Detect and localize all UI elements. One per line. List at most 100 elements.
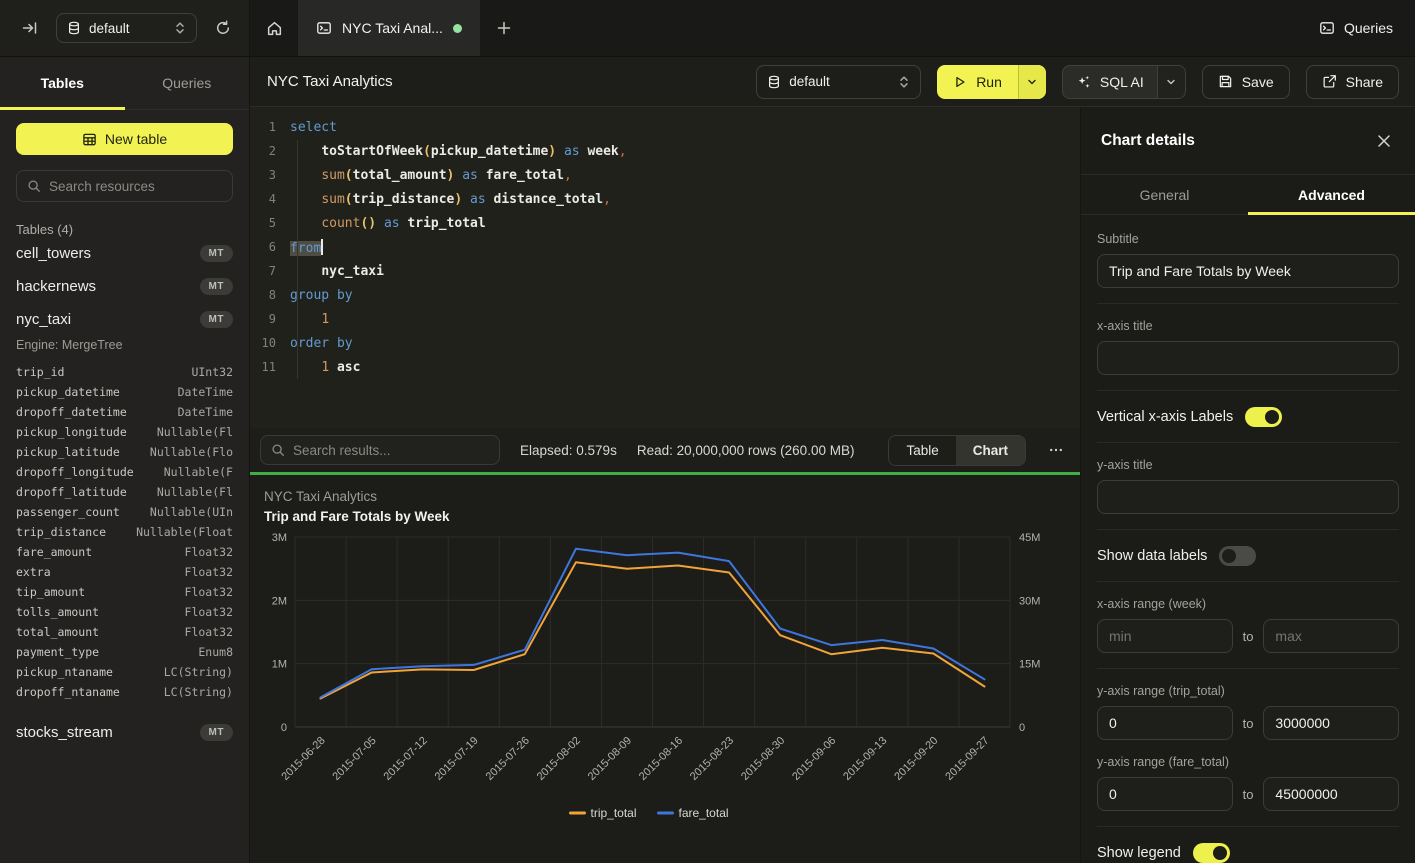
column-type: Nullable(Fl xyxy=(157,485,233,499)
code-line[interactable]: 4 sum(trip_distance) as distance_total, xyxy=(250,187,1080,211)
column-name: pickup_latitude xyxy=(16,445,120,459)
show-data-labels-toggle[interactable] xyxy=(1219,546,1256,566)
x-axis-tick: 2015-09-27 xyxy=(943,735,991,783)
code-line[interactable]: 6from xyxy=(250,235,1080,259)
tab-advanced[interactable]: Advanced xyxy=(1248,175,1415,214)
code-line[interactable]: 5 count() as trip_total xyxy=(250,211,1080,235)
sidebar-tab-queries[interactable]: Queries xyxy=(125,57,250,109)
show-legend-label: Show legend xyxy=(1097,845,1181,861)
code-line[interactable]: 1select xyxy=(250,115,1080,139)
results-search[interactable] xyxy=(260,435,500,465)
query-title: NYC Taxi Analytics xyxy=(267,73,393,90)
sidebar-tab-tables[interactable]: Tables xyxy=(0,57,125,109)
code-text: toStartOfWeek(pickup_datetime) as week, xyxy=(290,144,627,159)
legend-item-trip_total[interactable]: trip_total xyxy=(571,806,637,820)
table-row[interactable]: stocks_streamMT xyxy=(16,716,233,749)
query-database-selector[interactable]: default xyxy=(756,65,921,99)
column-type: Float32 xyxy=(185,585,233,599)
view-toggle-table[interactable]: Table xyxy=(889,436,955,465)
chart-details-header: Chart details xyxy=(1081,107,1415,175)
save-label: Save xyxy=(1242,74,1274,90)
home-button[interactable] xyxy=(250,0,298,56)
x-axis-tick: 2015-07-12 xyxy=(382,735,430,783)
y-axis-tick-right: 30M xyxy=(1019,595,1040,607)
queries-icon xyxy=(1319,20,1335,36)
refresh-icon[interactable] xyxy=(211,16,235,40)
y-axis-tick-left: 3M xyxy=(272,532,287,544)
database-selector[interactable]: default xyxy=(56,13,197,43)
share-button[interactable]: Share xyxy=(1306,65,1399,99)
top-bar-left: default xyxy=(0,0,250,56)
collapse-sidebar-icon[interactable] xyxy=(18,16,42,40)
more-options-button[interactable] xyxy=(1046,438,1066,462)
run-options-caret[interactable] xyxy=(1018,65,1046,99)
x-axis-tick: 2015-07-19 xyxy=(433,735,481,783)
plus-icon xyxy=(497,21,511,35)
toggle-knob xyxy=(1213,846,1227,860)
vertical-x-axis-labels-toggle[interactable] xyxy=(1245,407,1282,427)
x-range-min-input[interactable] xyxy=(1097,619,1233,653)
column-row: tip_amountFloat32 xyxy=(16,582,233,602)
y-range-trip-min-input[interactable] xyxy=(1097,706,1233,740)
table-grid-icon xyxy=(82,132,97,147)
indent-guide xyxy=(297,140,298,379)
tab-general[interactable]: General xyxy=(1081,175,1248,214)
code-line[interactable]: 9 1 xyxy=(250,307,1080,331)
x-axis-tick: 2015-07-26 xyxy=(484,735,532,783)
line-number: 4 xyxy=(250,192,276,206)
sql-ai-caret[interactable] xyxy=(1157,66,1185,98)
column-name: pickup_ntaname xyxy=(16,665,113,679)
column-row: fare_amountFloat32 xyxy=(16,542,233,562)
search-icon xyxy=(271,443,285,457)
range-to-label: to xyxy=(1243,629,1254,644)
view-toggle-chart[interactable]: Chart xyxy=(956,436,1025,465)
run-button[interactable]: Run xyxy=(937,65,1046,99)
y-axis-range-fare-total-label: y-axis range (fare_total) xyxy=(1097,755,1399,769)
resource-search[interactable] xyxy=(16,170,233,202)
close-panel-button[interactable] xyxy=(1373,130,1395,152)
code-line[interactable]: 7 nyc_taxi xyxy=(250,259,1080,283)
x-range-max-input[interactable] xyxy=(1263,619,1399,653)
resource-search-input[interactable] xyxy=(49,179,226,194)
table-row[interactable]: hackernewsMT xyxy=(16,270,233,303)
database-selector-value: default xyxy=(89,21,166,36)
code-line[interactable]: 8group by xyxy=(250,283,1080,307)
code-line[interactable]: 3 sum(total_amount) as fare_total, xyxy=(250,163,1080,187)
x-axis-title-input[interactable] xyxy=(1097,341,1399,375)
column-row: trip_idUInt32 xyxy=(16,362,233,382)
queries-button[interactable]: Queries xyxy=(1297,0,1415,56)
table-name: hackernews xyxy=(16,278,96,295)
y-axis-title-input[interactable] xyxy=(1097,480,1399,514)
code-line[interactable]: 10order by xyxy=(250,331,1080,355)
save-button[interactable]: Save xyxy=(1202,65,1290,99)
code-line[interactable]: 11 1 asc xyxy=(250,355,1080,379)
show-legend-toggle[interactable] xyxy=(1193,843,1230,863)
code-line[interactable]: 2 toStartOfWeek(pickup_datetime) as week… xyxy=(250,139,1080,163)
legend-item-fare_total[interactable]: fare_total xyxy=(659,806,729,820)
subtitle-input[interactable] xyxy=(1097,254,1399,288)
elapsed-time: Elapsed: 0.579s xyxy=(520,443,617,458)
chart-details-panel: Chart details General Advanced Subtitle xyxy=(1080,107,1415,863)
column-type: Float32 xyxy=(185,565,233,579)
new-tab-button[interactable] xyxy=(480,0,528,56)
new-table-button[interactable]: New table xyxy=(16,123,233,155)
column-name: dropoff_datetime xyxy=(16,405,127,419)
y-range-trip-max-input[interactable] xyxy=(1263,706,1399,740)
line-number: 2 xyxy=(250,144,276,158)
y-axis-tick-left: 2M xyxy=(272,595,287,607)
sql-editor[interactable]: 1select2 toStartOfWeek(pickup_datetime) … xyxy=(250,107,1080,428)
table-row[interactable]: nyc_taxiMT xyxy=(16,303,233,336)
chart-details-body: Subtitle x-axis title Vertical x-axis La… xyxy=(1081,215,1415,863)
y-range-fare-min-input[interactable] xyxy=(1097,777,1233,811)
results-search-input[interactable] xyxy=(293,443,489,458)
code-text: order by xyxy=(290,336,353,351)
table-name: stocks_stream xyxy=(16,724,113,741)
tab-nyc-taxi-analytics[interactable]: NYC Taxi Anal... xyxy=(298,0,480,56)
sql-ai-button[interactable]: SQL AI xyxy=(1062,65,1186,99)
y-axis-tick-right: 45M xyxy=(1019,532,1040,544)
y-range-fare-max-input[interactable] xyxy=(1263,777,1399,811)
main-column: NYC Taxi Analytics default Run xyxy=(250,57,1415,863)
column-type: Nullable(F xyxy=(164,465,233,479)
divider xyxy=(1097,390,1399,391)
table-row[interactable]: cell_towersMT xyxy=(16,237,233,270)
